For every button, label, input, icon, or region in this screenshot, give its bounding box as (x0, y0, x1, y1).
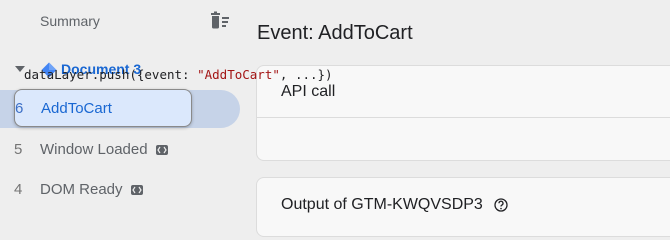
event-number: 4 (14, 180, 23, 198)
help-icon[interactable] (494, 198, 508, 212)
api-call-heading: API call (281, 83, 336, 100)
event-label: AddToCart (41, 99, 112, 117)
summary-label[interactable]: Summary (40, 13, 100, 29)
event-item-addtocart[interactable]: 6 AddToCart (14, 89, 192, 127)
event-label: DOM Ready (40, 180, 123, 198)
event-number: 6 (15, 99, 24, 117)
output-heading: Output of GTM-KWQVSDP3 (281, 196, 483, 213)
sidebar: Summary Document 3 6 AddToCart 5 Window … (0, 0, 240, 214)
code-string: "AddToCart" (197, 67, 280, 82)
output-card: Output of GTM-KWQVSDP3 (256, 177, 670, 237)
code-suffix: , ...}) (279, 67, 333, 82)
event-label: Window Loaded (40, 140, 148, 158)
page-title: Event: AddToCart (257, 22, 413, 44)
api-call-code: dataLayer.push({event: "AddToCart", ...}… (24, 67, 333, 82)
code-icon (155, 145, 168, 155)
code-icon (130, 185, 143, 195)
delete-sweep-icon[interactable] (209, 11, 231, 31)
event-item-dom-ready[interactable]: 4 DOM Ready (14, 170, 192, 208)
event-item-window-loaded[interactable]: 5 Window Loaded (14, 130, 192, 168)
event-number: 5 (14, 140, 23, 158)
code-prefix: dataLayer.push({event: (24, 67, 198, 82)
